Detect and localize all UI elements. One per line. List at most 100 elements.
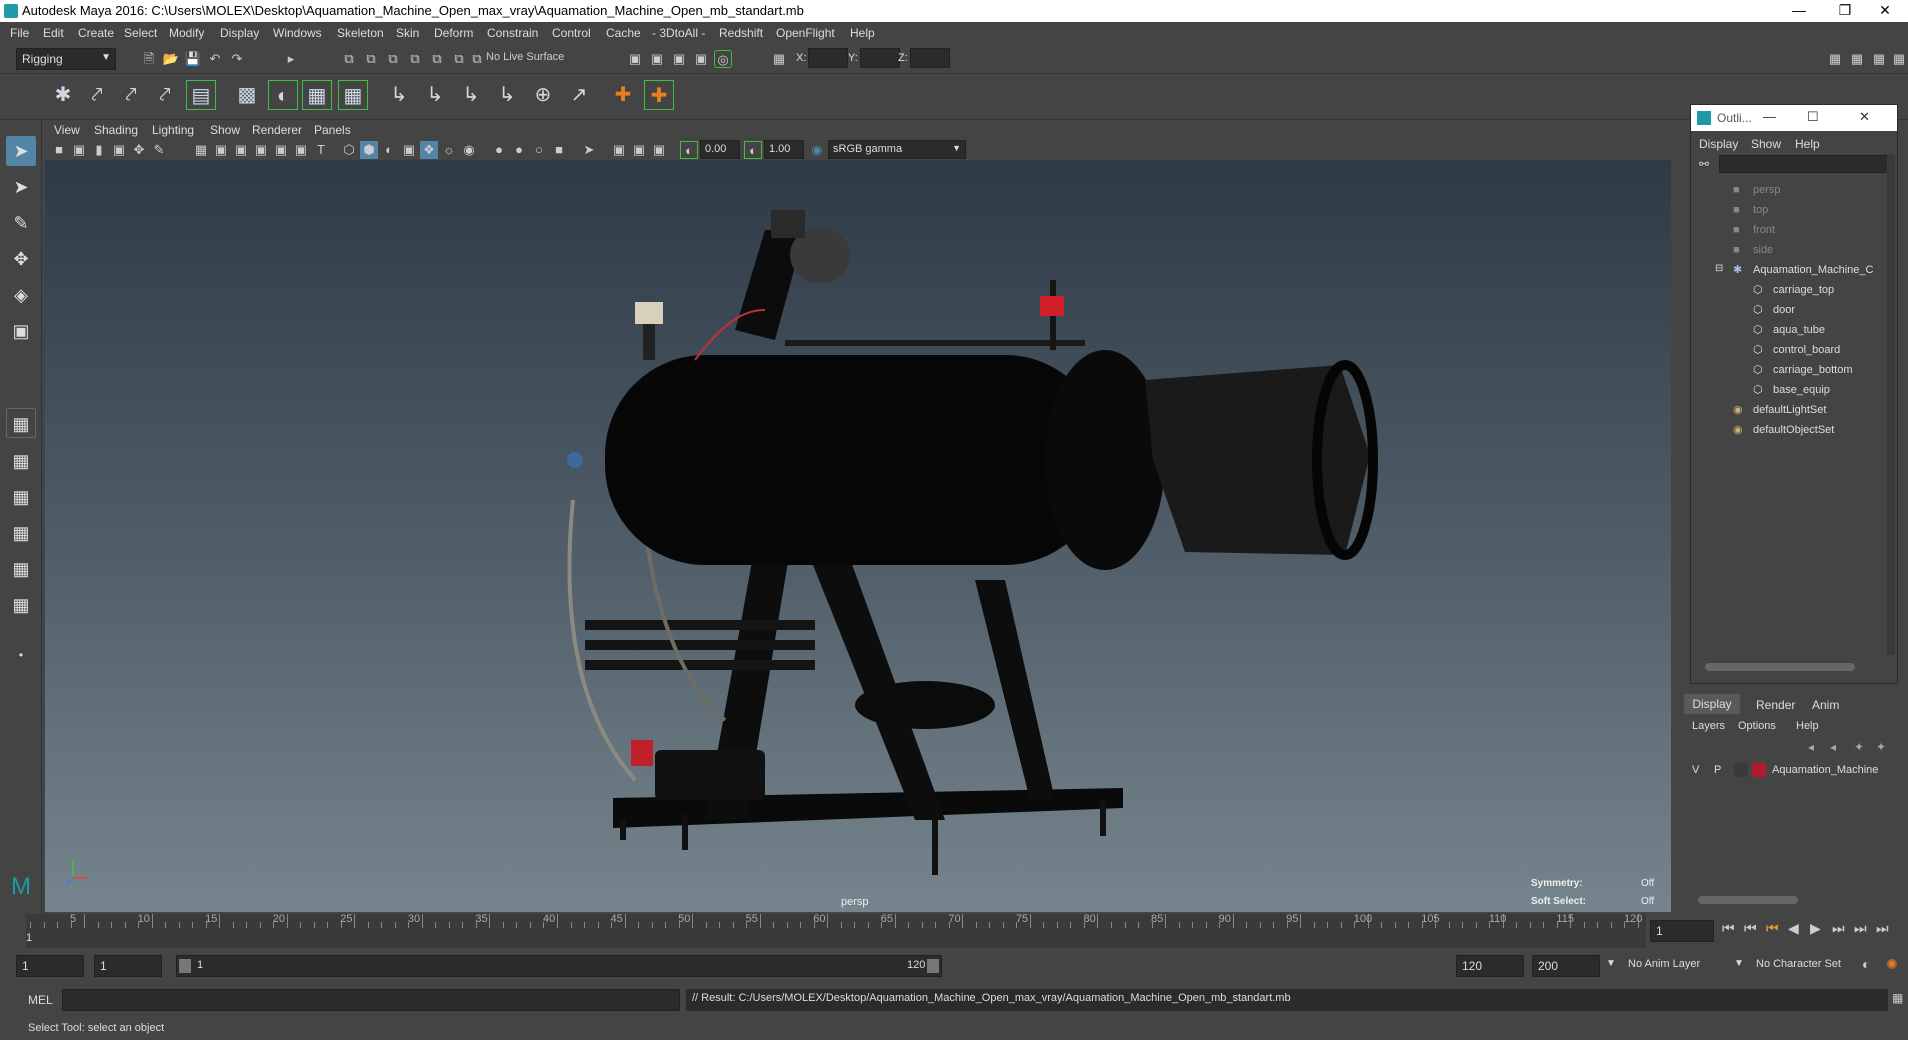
mirror-joint-icon[interactable]: ▤ [186, 80, 216, 110]
chevron-down-icon[interactable]: ▼ [1734, 958, 1744, 969]
persp-outliner-layout-icon[interactable]: ▦ [6, 482, 36, 512]
outliner-item-door[interactable]: ⬡ door [1691, 301, 1881, 321]
outliner-item-persp[interactable]: ■ persp [1691, 181, 1881, 201]
anim-layer-dropdown[interactable]: No Anim Layer [1628, 958, 1700, 970]
motion-blur-icon[interactable]: ● [490, 141, 508, 159]
preferences-icon[interactable]: ✺ [1886, 956, 1898, 973]
chevron-down-icon[interactable]: ▼ [1606, 958, 1616, 969]
menu-edit[interactable]: Edit [43, 26, 64, 40]
ik-handle-icon[interactable]: ⤤ [82, 80, 112, 110]
menu-openflight[interactable]: OpenFlight [776, 26, 835, 40]
go-to-end-icon[interactable]: ⏭ [1876, 920, 1889, 937]
layers-menu-help[interactable]: Help [1796, 720, 1819, 732]
tab-render[interactable]: Render [1756, 698, 1795, 712]
save-scene-icon[interactable]: 💾 [184, 50, 202, 68]
layers-menu-layers[interactable]: Layers [1692, 720, 1725, 732]
bookmark-icon[interactable]: ▮ [90, 141, 108, 159]
outliner-titlebar[interactable]: Outli... — ☐ ✕ [1691, 105, 1897, 131]
image-plane-icon[interactable]: ▣ [110, 141, 128, 159]
layer-visibility-toggle[interactable]: V [1692, 764, 1699, 776]
current-frame-field[interactable]: 1 [1650, 920, 1714, 942]
outliner-search-input[interactable] [1719, 155, 1891, 173]
rotate-tool-icon[interactable]: ◈ [6, 280, 36, 310]
parent-constraint-icon[interactable]: ↳ [384, 80, 414, 110]
playback-start-field[interactable]: 1 [94, 955, 162, 977]
joint-tool-icon[interactable]: ✱ [48, 80, 78, 110]
menu-display[interactable]: Display [220, 26, 259, 40]
insert-joint-icon[interactable]: ⤤ [150, 80, 180, 110]
command-input[interactable] [62, 989, 680, 1011]
menu-create[interactable]: Create [78, 26, 114, 40]
pole-vector-icon[interactable]: ↗ [564, 80, 594, 110]
paint-select-icon[interactable]: ✎ [6, 208, 36, 238]
tab-anim[interactable]: Anim [1812, 698, 1839, 712]
exposure-icon[interactable]: ◐ [680, 141, 698, 159]
depth-of-field-icon[interactable]: ○ [530, 141, 548, 159]
playback-end-field[interactable]: 120 [1456, 955, 1524, 977]
smooth-shade-icon[interactable]: ⬢ [360, 141, 378, 159]
resolution-gate-icon[interactable]: ▣ [232, 141, 250, 159]
vp-menu-show[interactable]: Show [210, 123, 240, 137]
exposure-field[interactable]: 0.00 [700, 140, 740, 159]
more-layouts-icon[interactable]: • [6, 640, 36, 670]
xray-joints-icon[interactable]: ▣ [610, 141, 628, 159]
snap-surface-icon[interactable]: ⧉ [428, 50, 446, 68]
move-layer-up-icon[interactable]: ◂ [1808, 740, 1814, 754]
modeling-toolkit-icon[interactable]: ▦ [1826, 50, 1844, 68]
render-settings-icon[interactable]: ▣ [626, 50, 644, 68]
layers-menu-options[interactable]: Options [1738, 720, 1776, 732]
range-start-handle[interactable] [179, 959, 191, 973]
anti-aliasing-icon[interactable]: ● [510, 141, 528, 159]
vp-menu-view[interactable]: View [54, 123, 80, 137]
minimize-button[interactable]: — [1776, 0, 1822, 22]
move-tool-icon[interactable]: ✥ [6, 244, 36, 274]
gamma-icon[interactable]: ◐ [744, 141, 762, 159]
channel-box-icon[interactable]: ▦ [1890, 50, 1908, 68]
undo-icon[interactable]: ↶ [206, 50, 224, 68]
new-layer-selected-icon[interactable]: ✦ [1876, 740, 1886, 754]
outliner-item-front[interactable]: ■ front [1691, 221, 1881, 241]
start-time-field[interactable]: 1 [16, 955, 84, 977]
grid-toggle-icon[interactable]: ▦ [192, 141, 210, 159]
range-slider[interactable]: 1 120 [176, 955, 942, 977]
xray-active-icon[interactable]: ▣ [630, 141, 648, 159]
menu-select[interactable]: Select [124, 26, 157, 40]
outliner-item-default-light-set[interactable]: ◉ defaultLightSet [1691, 401, 1881, 421]
close-button[interactable]: ✕ [1859, 109, 1870, 125]
auto-key-icon[interactable]: ◐ [1862, 956, 1870, 972]
snap-vertex-icon[interactable]: ⧉ [450, 50, 468, 68]
vp-menu-panels[interactable]: Panels [314, 123, 351, 137]
outliner-item-top[interactable]: ■ top [1691, 201, 1881, 221]
locator-icon[interactable]: ✚ [608, 80, 638, 110]
persp-uv-layout-icon[interactable]: ▦ [6, 590, 36, 620]
hud-icon[interactable]: ▣ [650, 141, 668, 159]
layer-name[interactable]: Aquamation_Machine [1772, 764, 1878, 776]
outliner-menu-show[interactable]: Show [1751, 137, 1781, 151]
field-chart-icon[interactable]: ▣ [272, 141, 290, 159]
layer-color-swatch[interactable] [1752, 763, 1766, 777]
new-scene-icon[interactable]: 🗎 [140, 50, 158, 68]
tab-display[interactable]: Display [1684, 694, 1740, 714]
move-layer-down-icon[interactable]: ◂ [1830, 740, 1836, 754]
transform-mode-icon[interactable]: ▦ [770, 50, 788, 68]
time-slider[interactable]: 5 10 15 20 25 30 35 40 45 50 55 60 65 70 75 80 85 90 95 100… [26, 913, 1646, 948]
outliner-vscrollbar[interactable] [1887, 155, 1895, 655]
xray-icon[interactable]: ■ [550, 141, 568, 159]
y-field[interactable] [860, 48, 900, 68]
lasso-tool-icon[interactable]: ➤ [6, 172, 36, 202]
camera-attributes-icon[interactable]: ▣ [70, 141, 88, 159]
aim-constraint-icon[interactable]: ⊕ [528, 80, 558, 110]
safe-title-icon[interactable]: T [312, 141, 330, 159]
tool-settings-icon[interactable]: ▦ [1870, 50, 1888, 68]
paint-weights-icon[interactable]: ◐ [268, 80, 298, 110]
menu-3dtoall[interactable]: - 3DtoAll - [652, 26, 705, 40]
snap-point-icon[interactable]: ⧉ [384, 50, 402, 68]
point-constraint-icon[interactable]: ↳ [420, 80, 450, 110]
use-all-lights-icon[interactable]: ❖ [420, 141, 438, 159]
menu-control[interactable]: Control [552, 26, 591, 40]
z-field[interactable] [910, 48, 950, 68]
cluster-icon[interactable]: ▦ [338, 80, 368, 110]
select-hierarchy-icon[interactable]: ▸ [282, 50, 300, 68]
menu-help[interactable]: Help [850, 26, 875, 40]
menu-skeleton[interactable]: Skeleton [337, 26, 384, 40]
